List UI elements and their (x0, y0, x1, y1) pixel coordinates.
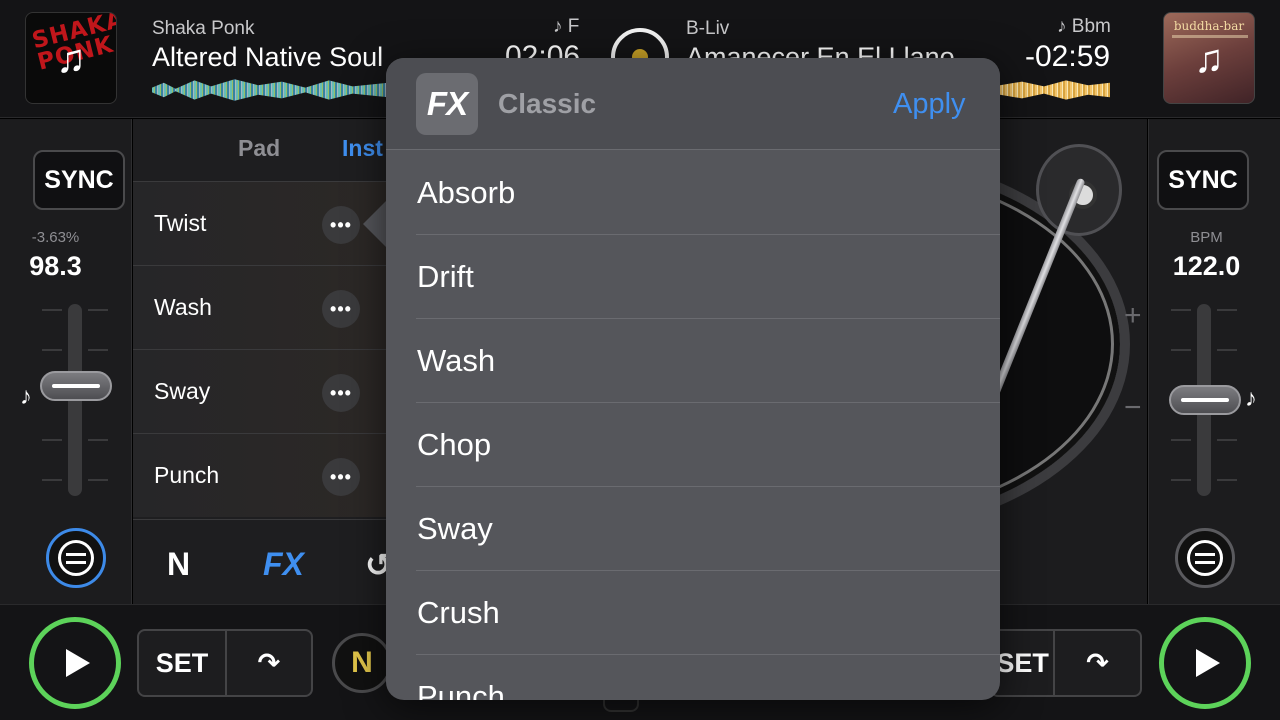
fx-slot-label: Twist (154, 210, 207, 236)
cue-controls-left: SET ↷ (137, 629, 313, 697)
fx-list-item[interactable]: Crush (386, 571, 1000, 655)
deck-left-album-art[interactable]: SHAKA PONK ♫ (25, 12, 117, 104)
eq-button-left[interactable] (46, 528, 106, 588)
set-cue-button-right[interactable]: SET (992, 631, 1053, 695)
neural-mix-icon[interactable]: N (167, 546, 190, 583)
play-button-left[interactable] (29, 617, 121, 709)
popover-header: FX Classic Apply (386, 58, 1000, 150)
fx-slot[interactable]: Sway ••• (133, 349, 386, 433)
tab-instant-fx[interactable]: Inst (342, 135, 383, 162)
fx-picker-popover: FX Classic Apply Absorb Drift Wash Chop … (386, 58, 1000, 700)
slider-tick (1171, 439, 1191, 441)
fx-slot-label: Wash (154, 294, 212, 320)
fx-panel-toolbar: N FX ↺ (133, 519, 392, 604)
play-icon (1196, 649, 1220, 677)
bpm-value-left: 98.3 (29, 251, 82, 281)
sync-button-left[interactable]: SYNC (33, 150, 125, 210)
more-options-button[interactable]: ••• (322, 206, 360, 244)
more-options-button[interactable]: ••• (322, 374, 360, 412)
fx-category-icon: FX (416, 73, 478, 135)
tab-pad[interactable]: Pad (238, 135, 280, 162)
deck-left-title: Altered Native Soul (152, 42, 384, 72)
fx-list-item-label: Absorb (417, 175, 516, 210)
slider-tick (1217, 309, 1237, 311)
slider-tick (88, 439, 108, 441)
pitch-slider-thumb-right[interactable] (1169, 385, 1241, 415)
fx-category-title[interactable]: Classic (498, 88, 596, 120)
key-lock-icon[interactable]: ♪ (20, 383, 32, 411)
deck-left-key: ♪ F (553, 16, 580, 37)
fx-list-item-label: Chop (417, 427, 492, 462)
pitch-bend-minus-icon[interactable]: − (1124, 391, 1142, 425)
fx-panel: Pad Inst Twist ••• Wash ••• Sway ••• Pun… (133, 119, 392, 604)
eq-icon (58, 540, 94, 576)
jump-to-cue-icon[interactable]: ↷ (1053, 631, 1140, 695)
play-button-right[interactable] (1159, 617, 1251, 709)
fx-slot[interactable]: Punch ••• (133, 433, 386, 517)
fx-slot-label: Punch (154, 462, 220, 488)
deck-right-key: ♪ Bbm (1057, 16, 1111, 37)
deck-left-artist: Shaka Ponk (152, 18, 255, 39)
neural-mix-button[interactable]: N (332, 633, 392, 693)
deck-left-controls: SYNC -3.63% 98.3 ♪ (0, 119, 132, 604)
jump-to-cue-icon[interactable]: ↷ (224, 631, 311, 695)
fx-list-item[interactable]: Drift (386, 235, 1000, 319)
slider-tick (1217, 349, 1237, 351)
fx-list-item[interactable]: Absorb (386, 151, 1000, 235)
set-cue-button-left[interactable]: SET (139, 631, 225, 695)
fx-slot[interactable]: Twist ••• (133, 181, 386, 265)
pitch-percent: -3.63% (31, 229, 80, 246)
deck-right-time: -02:59 (1025, 40, 1111, 73)
deck-right-waveform[interactable] (1000, 80, 1110, 100)
apply-button[interactable]: Apply (893, 88, 966, 121)
pitch-slider-thumb-left[interactable] (40, 371, 112, 401)
fx-slot-label: Sway (154, 378, 211, 404)
eq-icon (1187, 540, 1223, 576)
bpm-label: BPM (1190, 229, 1223, 246)
slider-tick (42, 349, 62, 351)
deck-right-album-art[interactable]: buddha-bar ♫ (1163, 12, 1255, 104)
slider-tick (88, 479, 108, 481)
key-lock-icon[interactable]: ♪ (1245, 385, 1257, 413)
bpm-value-right: 122.0 (1172, 251, 1241, 281)
fx-list-item[interactable]: Sway (386, 487, 1000, 571)
pitch-bend-plus-icon[interactable]: + (1124, 299, 1142, 333)
fx-list-item-label: Punch (417, 679, 505, 700)
slider-tick (42, 479, 62, 481)
fx-list-item-label: Drift (417, 259, 474, 294)
slider-tick (1171, 479, 1191, 481)
slider-tick (42, 309, 62, 311)
cue-controls-right: SET ↷ (990, 629, 1142, 697)
fx-list-item-label: Wash (417, 343, 496, 378)
music-note-icon: ♫ (1194, 37, 1224, 81)
more-options-button[interactable]: ••• (322, 458, 360, 496)
deck-right-artist: B-Liv (686, 18, 730, 39)
sync-button-right[interactable]: SYNC (1157, 150, 1249, 210)
slider-tick (1171, 349, 1191, 351)
fx-icon[interactable]: FX (263, 546, 304, 583)
slider-tick (88, 309, 108, 311)
fx-list-item-label: Crush (417, 595, 500, 630)
album-art-logo: buddha-bar (1173, 19, 1245, 33)
fx-list-item-label: Sway (417, 511, 493, 546)
fx-list: Absorb Drift Wash Chop Sway Crush Punch (386, 151, 1000, 700)
music-note-icon: ♫ (56, 37, 86, 81)
slider-tick (42, 439, 62, 441)
slider-tick (1171, 309, 1191, 311)
play-icon (66, 649, 90, 677)
slider-tick (1217, 479, 1237, 481)
more-options-button[interactable]: ••• (322, 290, 360, 328)
fx-list-item[interactable]: Chop (386, 403, 1000, 487)
fx-slot[interactable]: Wash ••• (133, 265, 386, 349)
eq-button-right[interactable] (1175, 528, 1235, 588)
deck-left-waveform[interactable] (152, 79, 388, 101)
slider-tick (1217, 439, 1237, 441)
fx-list-item[interactable]: Wash (386, 319, 1000, 403)
fx-list-item[interactable]: Punch (386, 655, 1000, 700)
slider-tick (88, 349, 108, 351)
popover-arrow (363, 200, 387, 248)
deck-right-controls: SYNC BPM 122.0 ♪ (1148, 119, 1280, 604)
turntable-right[interactable]: + − (1000, 119, 1147, 604)
